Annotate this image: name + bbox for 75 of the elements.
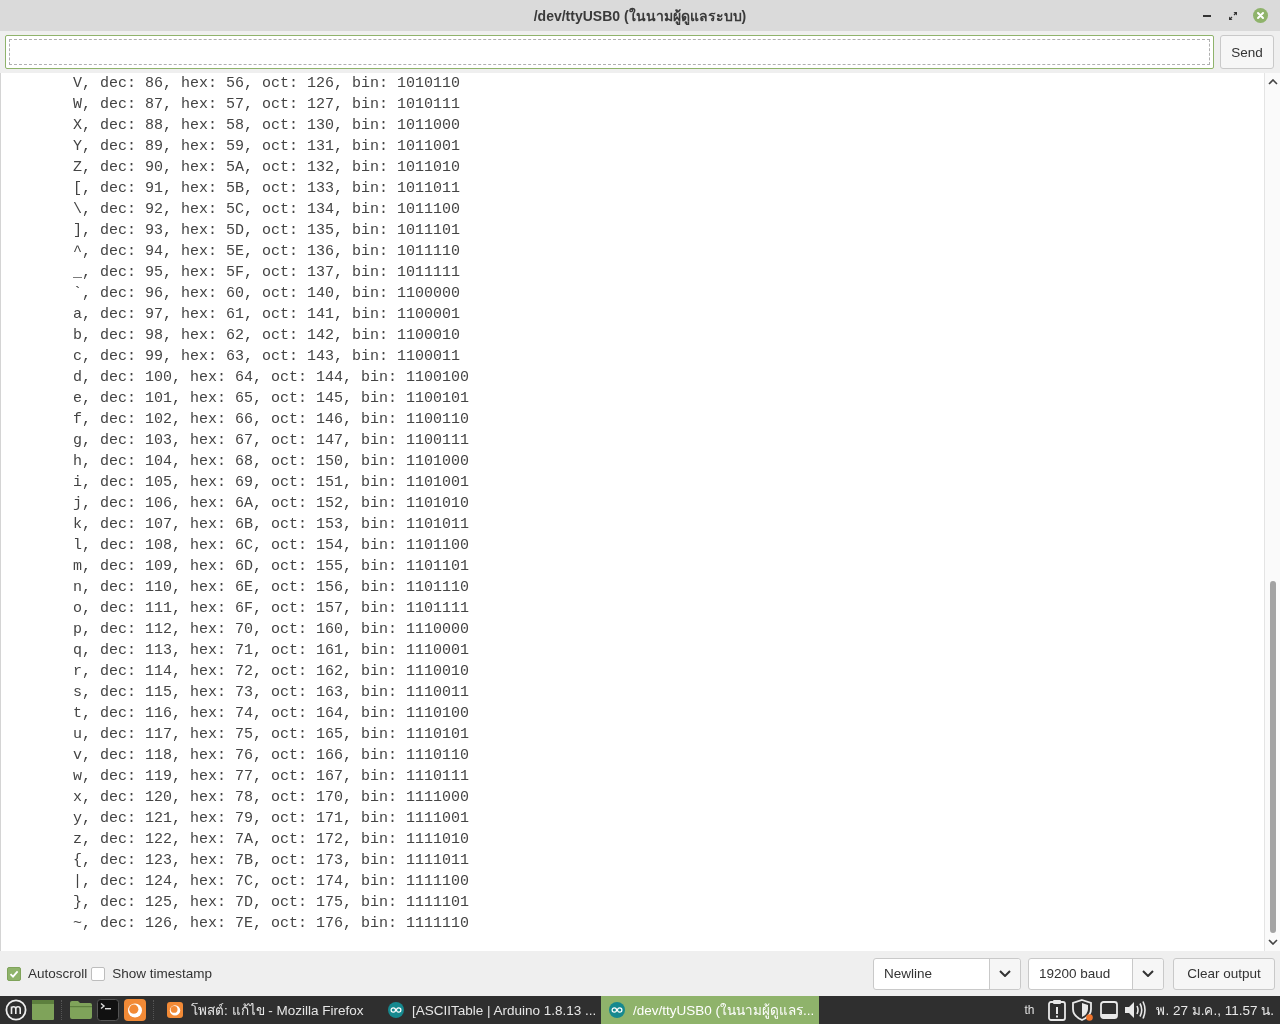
output-line: z, dec: 122, hex: 7A, oct: 172, bin: 1111010 [73, 830, 470, 850]
maximize-icon [1229, 11, 1237, 20]
taskbar-window-button[interactable]: [ASCIITable | Arduino 1.8.13 ... [380, 996, 598, 1024]
output-line: l, dec: 108, hex: 6C, oct: 154, bin: 1101100 [73, 536, 470, 556]
infinity-icon [609, 1002, 625, 1018]
checkbox-label[interactable]: Show timestamp [112, 966, 213, 981]
output-line: x, dec: 120, hex: 78, oct: 170, bin: 1111000 [73, 788, 470, 808]
scroll-up-icon[interactable] [1267, 79, 1278, 85]
output-line: _, dec: 95, hex: 5F, oct: 137, bin: 1011111 [73, 263, 461, 283]
folder-icon[interactable] [70, 1001, 92, 1019]
output-line: g, dec: 103, hex: 67, oct: 147, bin: 1100111 [73, 431, 470, 451]
output-line: r, dec: 114, hex: 72, oct: 162, bin: 1110010 [73, 662, 470, 682]
output-line: i, dec: 105, hex: 69, oct: 151, bin: 1101001 [73, 473, 470, 493]
output-line: o, dec: 111, hex: 6F, oct: 157, bin: 1101111 [73, 599, 470, 619]
output-line: h, dec: 104, hex: 68, oct: 150, bin: 1101000 [73, 452, 470, 472]
output-line: v, dec: 118, hex: 76, oct: 166, bin: 1110110 [73, 746, 470, 766]
output-line: k, dec: 107, hex: 6B, oct: 153, bin: 1101011 [73, 515, 470, 535]
output-line: d, dec: 100, hex: 64, oct: 144, bin: 1100100 [73, 368, 470, 388]
output-line: ], dec: 93, hex: 5D, oct: 135, bin: 1011101 [73, 221, 461, 241]
output-line: n, dec: 110, hex: 6E, oct: 156, bin: 1101110 [73, 578, 470, 598]
output-line: y, dec: 121, hex: 79, oct: 171, bin: 1111001 [73, 809, 470, 829]
minimize-icon [1203, 14, 1211, 17]
output-line: Y, dec: 89, hex: 59, oct: 131, bin: 1011001 [73, 137, 461, 157]
line-ending-dropdown[interactable]: Newline [873, 957, 1021, 990]
display-icon[interactable] [1100, 1001, 1119, 1019]
output-line: w, dec: 119, hex: 77, oct: 167, bin: 1110111 [73, 767, 470, 787]
output-line: a, dec: 97, hex: 61, oct: 141, bin: 1100001 [73, 305, 461, 325]
infinity-icon [388, 1002, 404, 1018]
scrollbar-thumb[interactable] [1269, 581, 1276, 933]
output-line: b, dec: 98, hex: 62, oct: 142, bin: 1100010 [73, 326, 461, 346]
output-line: q, dec: 113, hex: 71, oct: 161, bin: 1110001 [73, 641, 470, 661]
caret-icon [1142, 970, 1154, 977]
browser-icon [167, 1002, 183, 1018]
output-line: j, dec: 106, hex: 6A, oct: 152, bin: 1101010 [73, 494, 470, 514]
output-line: p, dec: 112, hex: 70, oct: 160, bin: 1110000 [73, 620, 470, 640]
output-line: [, dec: 91, hex: 5B, oct: 133, bin: 1011011 [73, 179, 461, 199]
output-line: u, dec: 117, hex: 75, oct: 165, bin: 1110101 [73, 725, 470, 745]
checkbox[interactable] [7, 966, 21, 981]
browser-icon[interactable] [124, 999, 146, 1021]
checkbox[interactable] [91, 966, 106, 981]
output-line: {, dec: 123, hex: 7B, oct: 173, bin: 1111011 [73, 851, 470, 871]
scroll-down-icon[interactable] [1267, 939, 1278, 945]
output-line: `, dec: 96, hex: 60, oct: 140, bin: 1100000 [73, 284, 461, 304]
output-line: W, dec: 87, hex: 57, oct: 127, bin: 1010111 [73, 95, 461, 115]
output-line: V, dec: 86, hex: 56, oct: 126, bin: 1010110 [73, 74, 461, 94]
send-button[interactable]: Send [1220, 35, 1274, 69]
output-line: }, dec: 125, hex: 7D, oct: 175, bin: 1111101 [73, 893, 470, 913]
output-line: ^, dec: 94, hex: 5E, oct: 136, bin: 1011110 [73, 242, 461, 262]
terminal-icon[interactable] [97, 999, 119, 1021]
caret-icon [999, 970, 1011, 977]
output-line: m, dec: 109, hex: 6D, oct: 155, bin: 1101101 [73, 557, 470, 577]
output-line: \, dec: 92, hex: 5C, oct: 134, bin: 1011100 [73, 200, 461, 220]
menu-icon[interactable] [5, 999, 27, 1021]
output-line: ~, dec: 126, hex: 7E, oct: 176, bin: 1111110 [73, 914, 470, 934]
output-line: t, dec: 116, hex: 74, oct: 164, bin: 1110100 [73, 704, 470, 724]
output-line: X, dec: 88, hex: 58, oct: 130, bin: 1011000 [73, 116, 461, 136]
output-line: Z, dec: 90, hex: 5A, oct: 132, bin: 1011010 [73, 158, 461, 178]
volume-icon[interactable] [1124, 1000, 1147, 1020]
window-title: /dev/ttyUSB0 (ในนามผู้ดูแลระบบ) [533, 6, 747, 27]
clipboard-icon[interactable] [1048, 999, 1067, 1021]
shield-icon[interactable] [1072, 999, 1095, 1021]
clock[interactable]: พ. 27 ม.ค., 11.57 น. [1156, 999, 1274, 1021]
taskbar-window-button[interactable]: โพสต์: แก้ไข - Mozilla Firefox [159, 996, 377, 1024]
baud-rate-dropdown[interactable]: 19200 baud [1028, 957, 1164, 990]
output-line: s, dec: 115, hex: 73, oct: 163, bin: 1110011 [73, 683, 470, 703]
output-line: e, dec: 101, hex: 65, oct: 145, bin: 1100101 [73, 389, 470, 409]
output-line: c, dec: 99, hex: 63, oct: 143, bin: 1100011 [73, 347, 461, 367]
message-input[interactable] [5, 35, 1214, 69]
output-line: f, dec: 102, hex: 66, oct: 146, bin: 1100110 [73, 410, 470, 430]
keyboard-layout-indicator[interactable]: th [1024, 1003, 1035, 1017]
output-line: |, dec: 124, hex: 7C, oct: 174, bin: 1111100 [73, 872, 470, 892]
scrollbar[interactable] [1264, 73, 1280, 951]
checkbox-label[interactable]: Autoscroll [28, 966, 88, 981]
close-icon [1253, 8, 1268, 23]
clear-output-button[interactable]: Clear output [1173, 957, 1275, 990]
